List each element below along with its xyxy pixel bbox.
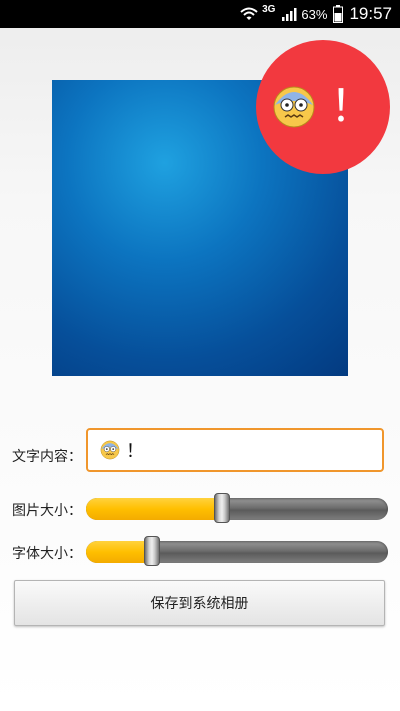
save-to-album-button[interactable]: 保存到系统相册 (14, 580, 385, 626)
status-bar: 3G 63% 19:57 (0, 0, 400, 28)
font-size-slider[interactable] (86, 536, 388, 566)
font-size-label: 字体大小： (12, 546, 82, 562)
fearful-face-icon (273, 86, 315, 128)
image-size-slider-fill (86, 498, 222, 520)
signal-icon (281, 6, 297, 22)
font-size-slider-thumb[interactable] (144, 536, 160, 566)
image-size-slider-thumb[interactable] (214, 493, 230, 523)
image-size-slider[interactable] (86, 493, 388, 523)
text-content-value: ！ (126, 441, 144, 461)
emoji-badge: ！ (256, 40, 390, 174)
network-type: 3G (262, 3, 276, 15)
battery-percent: 63% (301, 6, 328, 22)
fearful-face-icon (100, 440, 120, 460)
battery-icon (333, 5, 344, 23)
text-content-label: 文字内容： (12, 449, 82, 465)
clock: 19:57 (349, 4, 392, 23)
text-content-input[interactable]: ！ (86, 428, 384, 472)
badge-text: ！ (330, 82, 374, 131)
wifi-icon (240, 7, 258, 21)
image-size-label: 图片大小： (12, 503, 82, 519)
font-size-slider-fill (86, 541, 152, 563)
